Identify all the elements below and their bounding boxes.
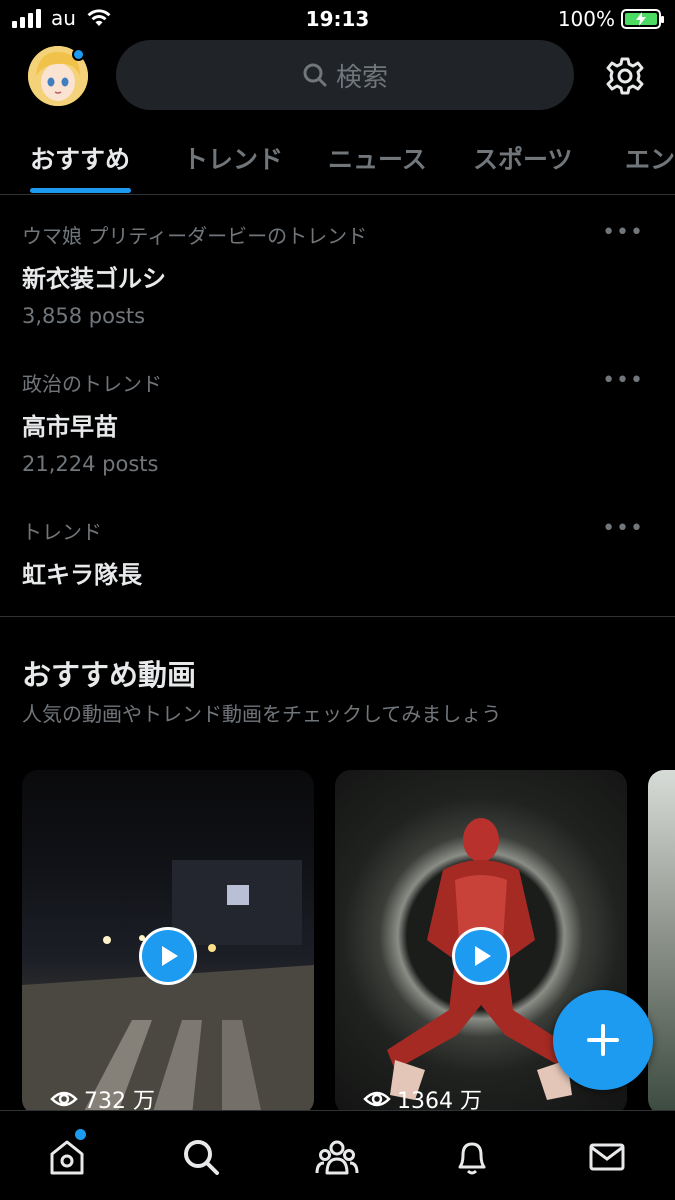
section-divider [0,616,675,617]
active-tab-indicator [30,188,131,193]
more-options-icon[interactable]: ••• [602,220,644,245]
trend-item[interactable]: 政治のトレンド 高市早苗 21,224 posts ••• [22,368,662,476]
more-options-icon[interactable]: ••• [602,516,644,541]
play-icon[interactable] [452,927,510,985]
gear-icon[interactable] [605,56,645,96]
notification-dot [72,48,85,61]
communities-icon [315,1140,359,1175]
bell-icon [458,1142,486,1175]
mail-icon [589,1143,625,1171]
section-title: おすすめ動画 [22,658,197,692]
charging-bolt-icon [636,12,646,26]
trend-post-count: 3,858 posts [22,304,146,328]
search-icon [184,1140,219,1175]
notification-dot [75,1129,86,1140]
search-placeholder: 検索 [335,62,388,93]
bottom-nav [0,1110,675,1200]
home-icon [50,1140,84,1175]
tab-sports[interactable]: スポーツ [473,140,573,176]
trend-title: 新衣装ゴルシ [22,265,166,293]
tab-bar: おすすめ トレンド ニュース スポーツ エン [0,120,675,195]
video-card[interactable]: 732 万 [22,770,314,1115]
nav-search[interactable] [179,1135,223,1179]
trend-post-count: 21,224 posts [22,452,159,476]
nav-home[interactable] [45,1135,89,1179]
status-bar: au 19:13 100% [0,0,675,38]
section-subtitle: 人気の動画やトレンド動画をチェックしてみましょう [22,702,502,726]
status-right: 100% [557,7,664,31]
trend-item[interactable]: トレンド 虹キラ隊長 ••• [22,516,662,590]
video-card-partial[interactable] [648,770,675,1115]
tab-trends[interactable]: トレンド [183,140,283,176]
trend-context: ウマ娘 プリティーダービーのトレンド [22,224,368,248]
battery-icon [621,9,664,29]
nav-communities[interactable] [315,1135,359,1179]
eye-icon [50,1091,78,1107]
eye-icon [363,1091,391,1107]
trend-context: トレンド [22,520,102,544]
more-options-icon[interactable]: ••• [602,368,644,393]
trend-title: 虹キラ隊長 [22,561,142,589]
nav-messages[interactable] [585,1135,629,1179]
tab-recommended[interactable]: おすすめ [30,140,130,176]
plus-icon [587,1024,619,1056]
search-input[interactable]: 検索 [116,40,574,110]
trend-context: 政治のトレンド [22,372,162,396]
tab-news[interactable]: ニュース [328,140,427,176]
compose-button[interactable] [553,990,653,1090]
tab-entertainment[interactable]: エン [625,140,675,176]
battery-percent: 100% [557,7,615,31]
trend-title: 高市早苗 [22,413,118,441]
search-icon [303,63,327,87]
header: 検索 [0,40,675,112]
nav-notifications[interactable] [450,1135,494,1179]
trend-item[interactable]: ウマ娘 プリティーダービーのトレンド 新衣装ゴルシ 3,858 posts ••… [22,220,662,328]
play-icon[interactable] [139,927,197,985]
